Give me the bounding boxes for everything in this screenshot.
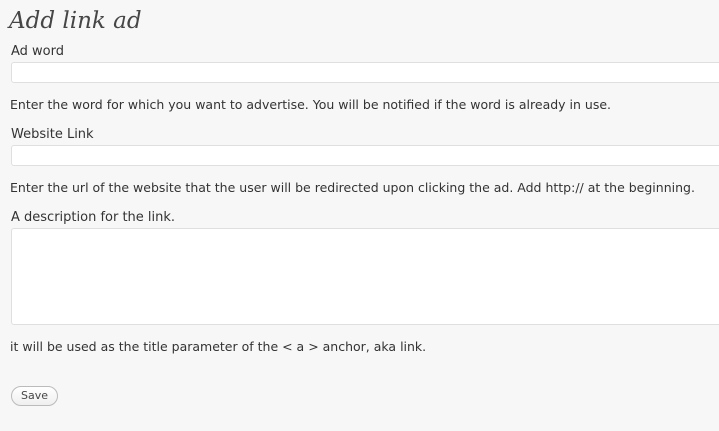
- website-link-input[interactable]: [11, 145, 719, 166]
- website-link-label: Website Link: [11, 127, 94, 142]
- ad-word-label: Ad word: [11, 44, 65, 59]
- description-help-text: it will be used as the title parameter o…: [10, 339, 427, 354]
- page-title: Add link ad: [9, 8, 142, 34]
- ad-word-help-text: Enter the word for which you want to adv…: [10, 97, 612, 112]
- website-link-help-text: Enter the url of the website that the us…: [10, 180, 695, 195]
- ad-word-input[interactable]: [11, 62, 719, 83]
- description-textarea[interactable]: [11, 228, 719, 325]
- save-button[interactable]: Save: [11, 386, 58, 406]
- description-label: A description for the link.: [11, 210, 176, 225]
